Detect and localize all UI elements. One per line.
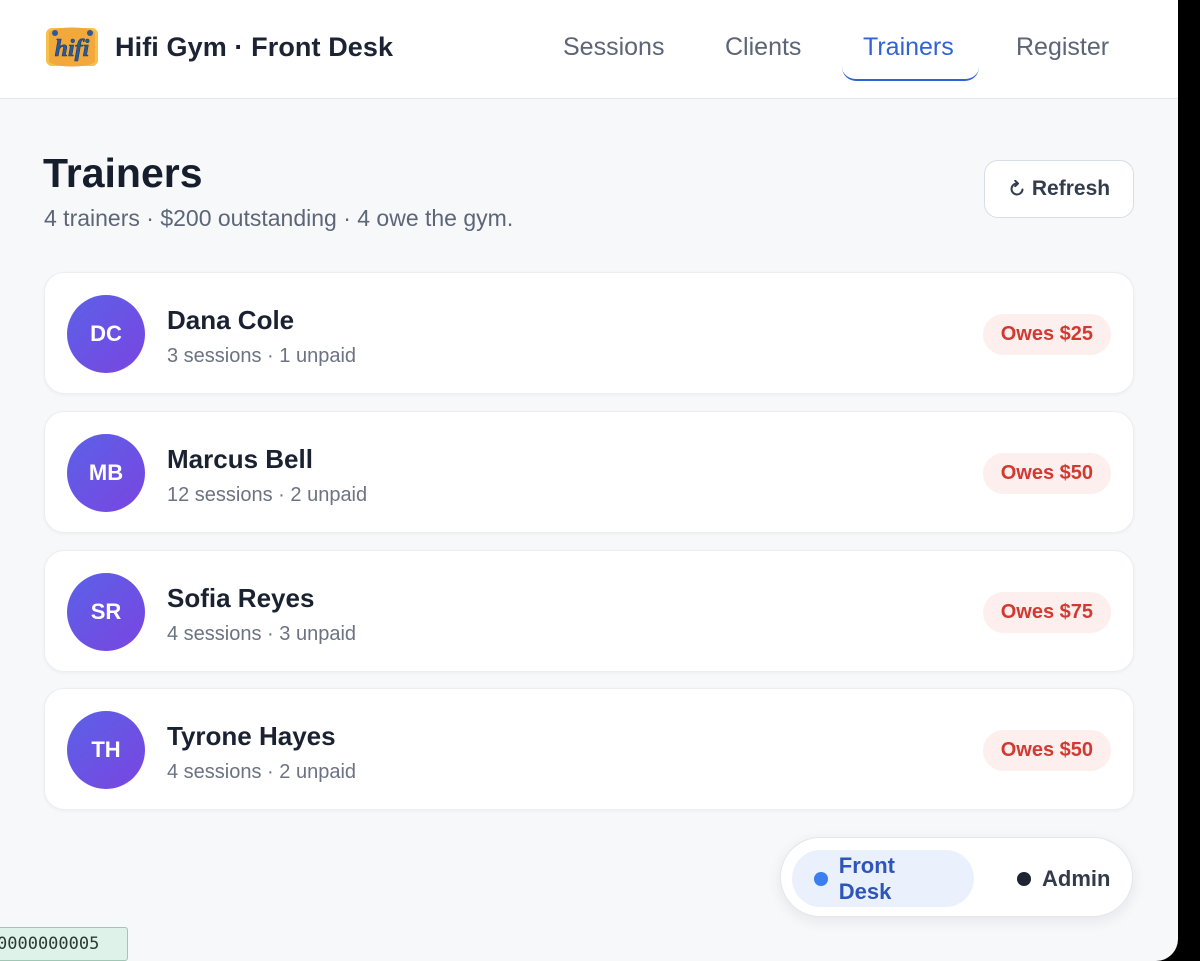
trainer-sessions: 4 sessions · 2 unpaid [167, 761, 357, 783]
balance-badge: Owes $25 [982, 314, 1111, 355]
status-dot-icon [1017, 871, 1031, 886]
trainer-card[interactable]: SR Sofia Reyes 4 sessions · 3 unpaid Owe… [44, 550, 1134, 672]
refresh-icon [1010, 180, 1024, 196]
role-switcher: Front Desk Admin [780, 837, 1133, 917]
role-label: Front Desk [838, 852, 895, 904]
hifi-logo[interactable]: hifi [46, 24, 98, 70]
trainer-sessions: 3 sessions · 1 unpaid [167, 345, 357, 367]
role-admin[interactable]: Admin [995, 850, 1132, 907]
tab-sessions[interactable]: Sessions [563, 33, 664, 62]
active-tab-indicator [842, 62, 979, 81]
avatar: SR [67, 573, 145, 651]
app-title: Hifi Gym · Front Desk [115, 32, 394, 62]
trainer-card[interactable]: DC Dana Cole 3 sessions · 1 unpaid Owes … [44, 272, 1134, 394]
role-label: Admin [1042, 865, 1111, 891]
avatar: DC [67, 295, 145, 373]
balance-badge: Owes $75 [982, 592, 1111, 633]
tab-register[interactable]: Register [1016, 33, 1109, 62]
refresh-button[interactable]: Refresh [984, 160, 1134, 218]
trainer-name: Tyrone Hayes [167, 721, 336, 751]
trainer-card[interactable]: MB Marcus Bell 12 sessions · 2 unpaid Ow… [44, 411, 1134, 533]
app-window: hifi Hifi Gym · Front Desk Sessions Clie… [0, 0, 1178, 961]
page-summary: 4 trainers · $200 outstanding · 4 owe th… [44, 205, 514, 231]
page-title: Trainers [43, 150, 203, 196]
debug-id-tag: 0000000005 [0, 927, 128, 961]
status-dot-icon [814, 871, 828, 886]
trainer-card[interactable]: TH Tyrone Hayes 4 sessions · 2 unpaid Ow… [44, 688, 1134, 810]
role-front-desk[interactable]: Front Desk [792, 850, 974, 907]
trainer-name: Marcus Bell [167, 444, 313, 474]
tab-trainers[interactable]: Trainers [863, 33, 954, 62]
trainer-name: Dana Cole [167, 305, 295, 335]
refresh-label: Refresh [1031, 177, 1111, 200]
tab-clients[interactable]: Clients [725, 33, 801, 62]
top-navigation-bar: hifi Hifi Gym · Front Desk Sessions Clie… [0, 0, 1178, 99]
balance-badge: Owes $50 [982, 453, 1111, 494]
avatar: TH [67, 711, 145, 789]
trainer-sessions: 4 sessions · 3 unpaid [167, 623, 357, 645]
avatar: MB [67, 434, 145, 512]
logo-text: hifi [55, 36, 90, 62]
trainer-sessions: 12 sessions · 2 unpaid [167, 484, 368, 506]
trainer-name: Sofia Reyes [167, 583, 315, 613]
balance-badge: Owes $50 [982, 730, 1111, 771]
